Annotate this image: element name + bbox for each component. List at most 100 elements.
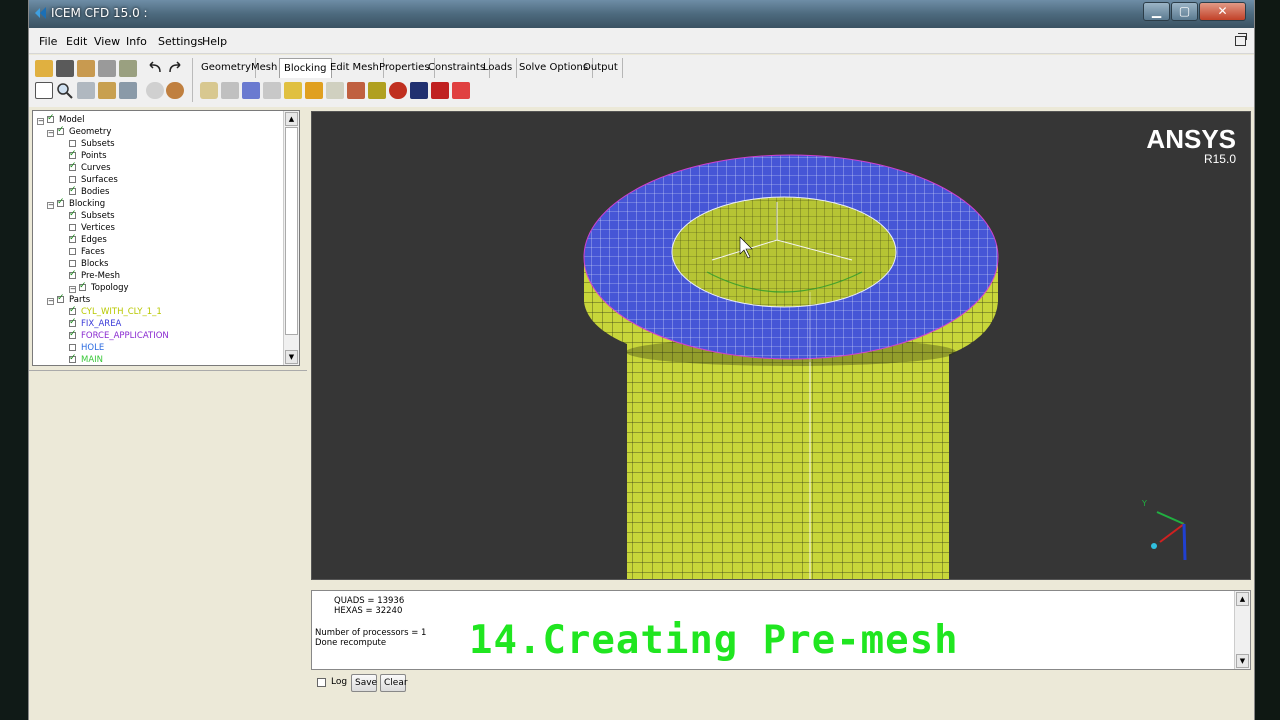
measure-icon[interactable] [77,82,95,99]
zoom-icon[interactable] [56,82,74,99]
pre-mesh-quality-icon[interactable] [389,82,407,99]
tree-checkbox[interactable] [57,124,65,136]
tree-checkbox[interactable] [69,140,76,147]
restore-icon[interactable] [1235,33,1247,46]
tree-checkbox[interactable] [69,148,77,160]
tree-checkbox[interactable] [69,304,77,316]
graphics-viewport[interactable]: Y ANSYS R15.0 [311,111,1251,580]
tree-checkbox[interactable] [69,232,77,244]
menu-edit[interactable]: Edit [66,35,87,48]
save-log-button[interactable]: Save [351,674,377,692]
tree-item-force-application[interactable]: FORCE_APPLICATION [69,328,169,342]
tab-blocking[interactable]: Blocking [279,58,332,78]
scroll-down-arrow[interactable]: ▼ [285,350,298,364]
tree-expand-icon[interactable]: − [37,118,44,125]
transform-blocks-icon[interactable] [326,82,344,99]
fit-window-icon[interactable] [35,82,53,99]
move-vertex-icon[interactable] [305,82,323,99]
tree-item-faces[interactable]: Faces [69,246,105,258]
menu-settings[interactable]: Settings [158,35,203,48]
tab-output[interactable]: Output [579,58,623,78]
tree-checkbox[interactable] [69,328,77,340]
icem-app-icon [35,7,46,19]
tree-checkbox[interactable] [69,352,77,364]
edit-block-icon[interactable] [263,82,281,99]
tree-item-label: Bodies [81,187,110,197]
message-scroll-up[interactable]: ▲ [1236,592,1249,606]
tree-item-pre-mesh[interactable]: Pre-Mesh [69,268,120,282]
tree-checkbox[interactable] [69,316,77,328]
tree-item-fix-area[interactable]: FIX_AREA [69,316,121,330]
menu-file[interactable]: File [39,35,57,48]
scroll-up-arrow[interactable]: ▲ [285,112,298,126]
tree-item-label: Subsets [81,211,115,221]
tree-checkbox[interactable] [69,160,77,172]
tree-item-cyl-with-cly-1-1[interactable]: CYL_WITH_CLY_1_1 [69,304,162,318]
tree-expand-icon[interactable]: − [47,130,54,137]
wireframe-icon[interactable] [98,82,116,99]
tree-checkbox[interactable] [57,196,65,208]
tree-checkbox[interactable] [47,112,55,124]
tree-item-main[interactable]: MAIN [69,352,103,365]
refresh-icon[interactable] [146,82,164,99]
tree-item-label: Topology [91,283,129,293]
tree-expand-icon[interactable]: − [47,298,54,305]
save-project-icon[interactable] [119,60,137,77]
tab-loads[interactable]: Loads [479,58,518,78]
tab-mesh[interactable]: Mesh [247,58,283,78]
tree-item-topology[interactable]: − Topology [69,280,129,294]
scroll-thumb[interactable] [285,127,298,335]
tree-item-label: Blocks [81,259,109,269]
undo-icon[interactable] [146,60,164,77]
message-controls: Log Save Clear [311,672,1251,696]
tree-item-label: Vertices [81,223,115,233]
menu-help[interactable]: Help [202,35,227,48]
pre-mesh-smooth-icon[interactable] [410,82,428,99]
close-button[interactable]: ✕ [1199,2,1246,21]
tree-checkbox[interactable] [69,344,76,351]
check-blocks-icon[interactable] [431,82,449,99]
tree-checkbox[interactable] [69,224,76,231]
create-block-icon[interactable] [200,82,218,99]
clear-log-button[interactable]: Clear [380,674,408,692]
log-checkbox[interactable] [317,678,326,687]
redo-icon[interactable] [166,60,184,77]
open-geometry-icon[interactable] [77,60,95,77]
save-geometry-icon[interactable] [98,60,116,77]
message-scrollbar[interactable]: ▲ ▼ [1234,591,1250,669]
message-scroll-down[interactable]: ▼ [1236,654,1249,668]
tree-item-label: Geometry [69,127,112,137]
tree-item-geometry[interactable]: − Geometry [47,124,112,138]
menu-view[interactable]: View [94,35,120,48]
tree-scrollbar[interactable]: ▲ ▼ [283,111,299,365]
minimize-button[interactable]: ▁ [1143,2,1170,21]
menu-info[interactable]: Info [126,35,147,48]
open-icon[interactable] [35,60,53,77]
message-processors: Number of processors = 1 [315,628,427,638]
shade-icon[interactable] [119,82,137,99]
save-icon[interactable] [56,60,74,77]
tree-expand-icon[interactable]: − [69,286,76,293]
edit-edge-icon[interactable] [347,82,365,99]
tree-item-bodies[interactable]: Bodies [69,184,110,198]
tree-checkbox[interactable] [79,280,87,292]
display-icon[interactable] [166,82,184,99]
tree-checkbox[interactable] [69,260,76,267]
merge-vertices-icon[interactable] [242,82,260,99]
tree-checkbox[interactable] [69,268,77,280]
associate-icon[interactable] [284,82,302,99]
tree-checkbox[interactable] [69,248,76,255]
split-block-icon[interactable] [221,82,239,99]
tree-expand-icon[interactable]: − [47,202,54,209]
tree-checkbox[interactable] [69,184,77,196]
tree-checkbox[interactable] [69,176,76,183]
tree-item-subsets[interactable]: Subsets [69,208,115,222]
pre-mesh-params-icon[interactable] [368,82,386,99]
maximize-button[interactable]: ▢ [1171,2,1198,21]
tree-checkbox[interactable] [69,208,77,220]
tree-item-curves[interactable]: Curves [69,160,111,174]
tree-checkbox[interactable] [57,292,65,304]
tree-item-edges[interactable]: Edges [69,232,107,246]
tree-item-label: Pre-Mesh [81,271,120,281]
delete-block-icon[interactable] [452,82,470,99]
